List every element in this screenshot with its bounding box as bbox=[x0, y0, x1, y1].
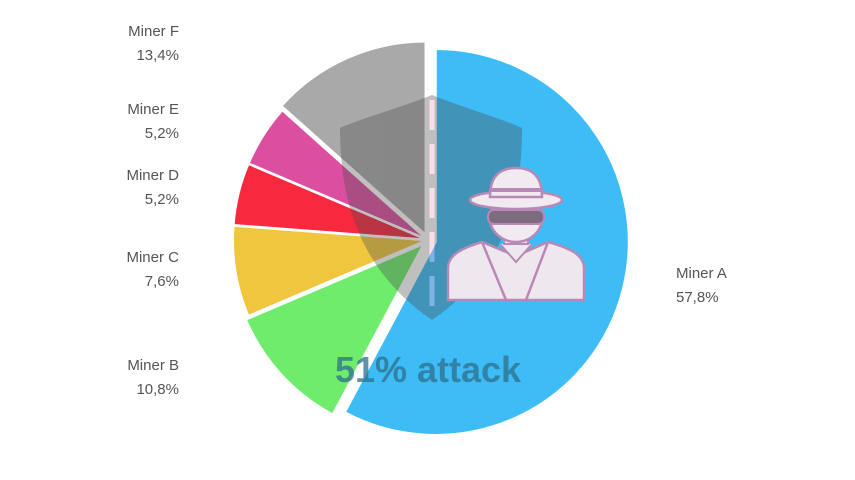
slice-value-miner-d: 5,2% bbox=[145, 191, 179, 208]
slice-label-miner-b: Miner B bbox=[127, 357, 179, 374]
slice-label-miner-c: Miner C bbox=[126, 249, 179, 266]
annotation-51-attack: 51% attack bbox=[335, 349, 522, 390]
slice-label-miner-a: Miner A bbox=[676, 265, 727, 282]
slice-label-miner-e: Miner E bbox=[127, 101, 179, 118]
slice-value-miner-e: 5,2% bbox=[145, 125, 179, 142]
slice-label-miner-f: Miner F bbox=[128, 23, 179, 40]
slice-value-miner-a: 57,8% bbox=[676, 289, 719, 306]
slice-value-miner-b: 10,8% bbox=[136, 381, 179, 398]
slice-value-miner-c: 7,6% bbox=[145, 273, 179, 290]
pie-chart: 51% attack Miner A 57,8% Miner B 10,8% Miner… bbox=[126, 23, 727, 436]
slice-label-miner-d: Miner D bbox=[126, 167, 179, 184]
slice-value-miner-f: 13,4% bbox=[136, 47, 179, 64]
